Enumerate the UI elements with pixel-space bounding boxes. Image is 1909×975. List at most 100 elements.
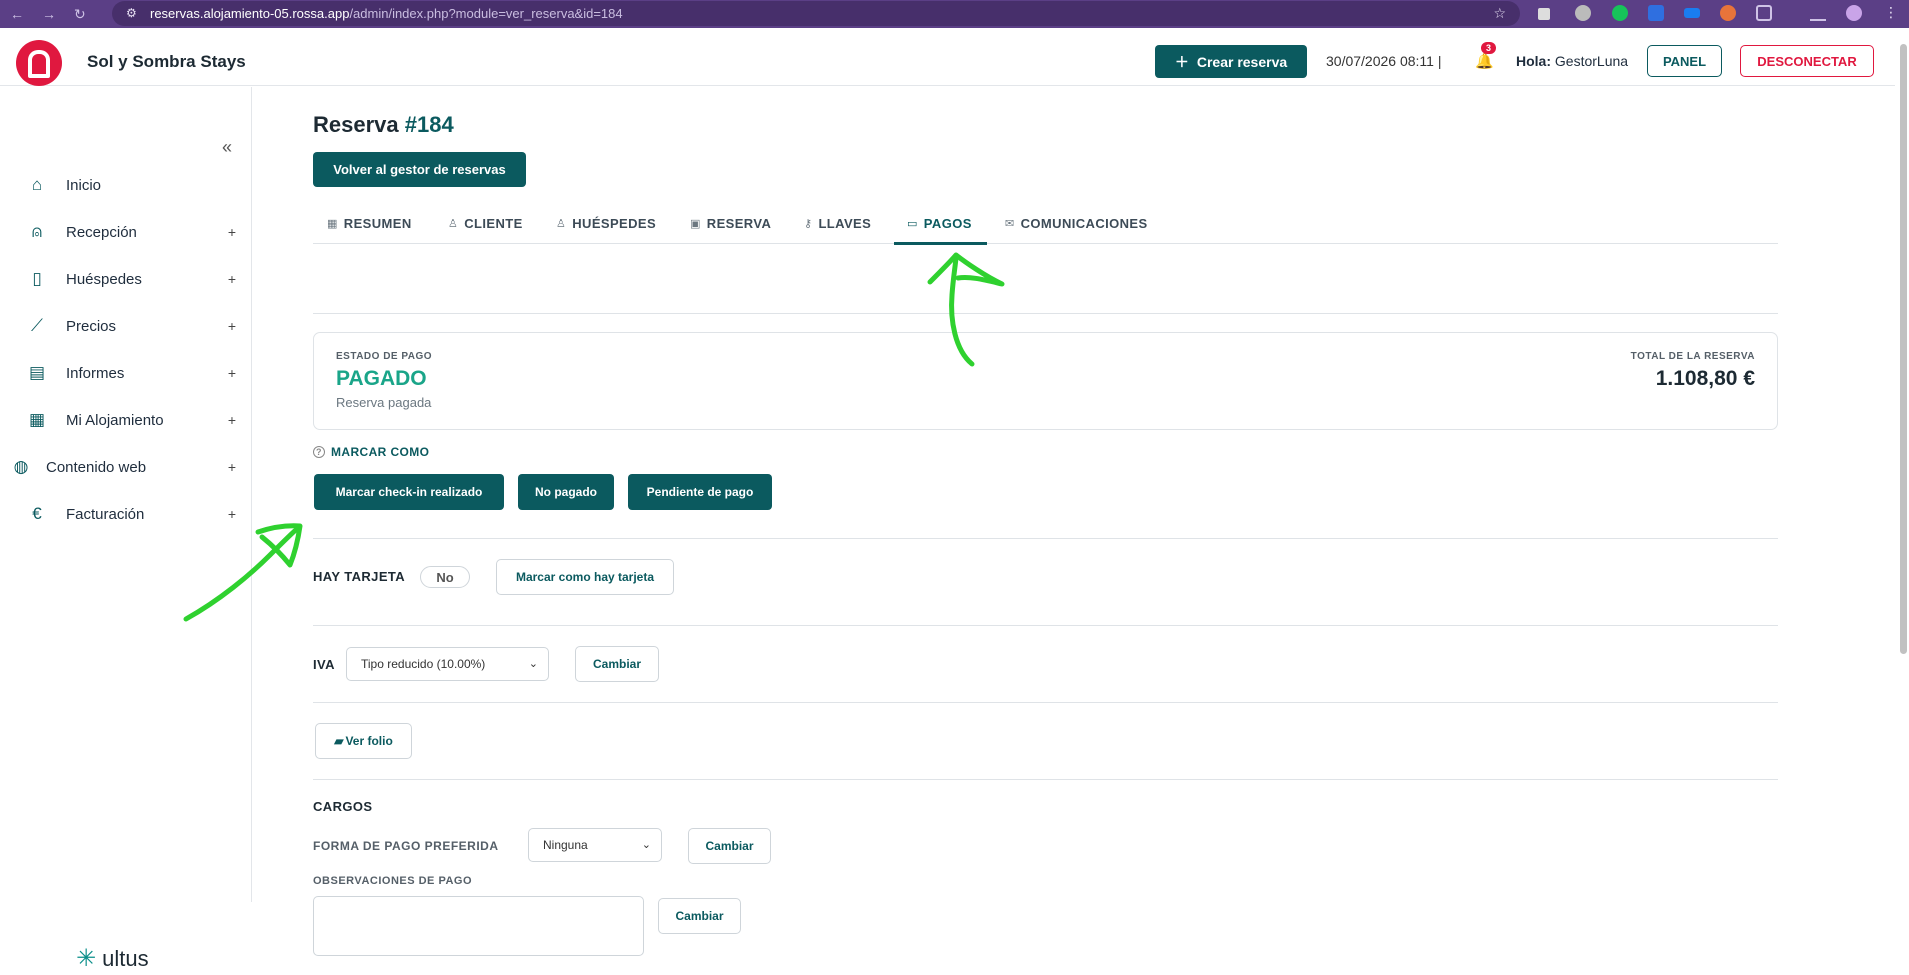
- grid-icon: ▦: [327, 218, 338, 230]
- logout-button[interactable]: DESCONECTAR: [1740, 45, 1874, 77]
- divider: [313, 313, 1778, 314]
- tab-huespedes[interactable]: ♙ HUÉSPEDES: [556, 216, 656, 231]
- mark-unpaid-button[interactable]: No pagado: [518, 474, 614, 510]
- sidebar: «: [0, 87, 252, 902]
- tab-label: RESUMEN: [343, 216, 412, 231]
- preferred-payment-select[interactable]: Ninguna ⌄: [528, 828, 662, 862]
- sidebar-item-mi-alojamiento[interactable]: ▦ Mi Alojamiento +: [0, 405, 250, 435]
- change-payment-method-button[interactable]: Cambiar: [688, 828, 771, 864]
- browser-menu-icon[interactable]: ⋮: [1884, 4, 1898, 21]
- tab-comunicaciones[interactable]: ✉ COMUNICACIONES: [1005, 216, 1148, 231]
- back-to-reservations-button[interactable]: Volver al gestor de reservas: [313, 152, 526, 187]
- page-scrollbar[interactable]: [1900, 44, 1907, 654]
- scroll-icon: ▤: [28, 363, 46, 382]
- change-payment-notes-button[interactable]: Cambiar: [658, 898, 741, 934]
- url-path: /admin/index.php?module=ver_reserva&id=1…: [349, 6, 623, 21]
- divider: [313, 538, 1778, 539]
- panel-button[interactable]: PANEL: [1647, 45, 1722, 77]
- help-icon[interactable]: ?: [313, 446, 325, 458]
- extension-link-icon[interactable]: [1684, 8, 1700, 18]
- sidebar-item-contenido-web[interactable]: ◍ Contenido web +: [0, 452, 250, 482]
- tab-resumen[interactable]: ▦ RESUMEN: [327, 216, 412, 231]
- sidebar-item-recepcion[interactable]: ⍝ Recepción +: [0, 217, 250, 247]
- extensions-puzzle-icon[interactable]: [1756, 5, 1772, 21]
- view-folio-button[interactable]: ▰ Ver folio: [315, 723, 412, 759]
- change-iva-button[interactable]: Cambiar: [575, 646, 659, 682]
- expand-plus-icon[interactable]: +: [228, 412, 236, 428]
- reservation-total-label: TOTAL DE LA RESERVA: [1630, 351, 1755, 362]
- greeting-label: Hola:: [1516, 53, 1551, 69]
- chevron-down-icon: ⌄: [528, 658, 538, 670]
- iva-select[interactable]: Tipo reducido (10.00%) ⌄: [346, 647, 549, 681]
- globe-icon: ◍: [13, 457, 29, 476]
- mark-as-section: ? MARCAR COMO: [313, 445, 429, 459]
- page-title: Reserva #184: [313, 112, 454, 138]
- tab-llaves[interactable]: ⚷ LLAVES: [804, 216, 871, 231]
- payment-status-description: Reserva pagada: [336, 395, 432, 410]
- sidebar-item-label: Facturación: [66, 505, 145, 523]
- reservation-total-value: 1.108,80 €: [1655, 367, 1755, 390]
- expand-plus-icon[interactable]: +: [228, 459, 236, 475]
- sidebar-item-informes[interactable]: ▤ Informes +: [0, 358, 250, 388]
- user-greeting: Hola: GestorLuna: [1516, 53, 1628, 69]
- forward-arrow-icon[interactable]: →: [42, 6, 56, 23]
- tab-pagos[interactable]: ▭ PAGOS: [907, 216, 972, 231]
- reservation-number: #184: [404, 112, 454, 137]
- expand-plus-icon[interactable]: +: [228, 224, 236, 240]
- preferred-payment-selected: Ninguna: [543, 838, 588, 852]
- expand-plus-icon[interactable]: +: [228, 365, 236, 381]
- address-bar[interactable]: ⚙ reservas.alojamiento-05.rossa.app/admi…: [112, 1, 1520, 26]
- tab-reserva[interactable]: ▣ RESERVA: [690, 216, 771, 231]
- collapse-sidebar-icon[interactable]: «: [222, 137, 232, 158]
- url-host: reservas.alojamiento-05.rossa.app: [150, 6, 350, 21]
- reload-icon[interactable]: ↻: [74, 6, 86, 23]
- expand-plus-icon[interactable]: +: [228, 271, 236, 287]
- site-settings-icon[interactable]: ⚙: [126, 6, 137, 20]
- sidebar-item-huespedes[interactable]: ▯ Huéspedes +: [0, 264, 250, 294]
- extension-icon[interactable]: [1575, 5, 1591, 21]
- mark-has-card-button[interactable]: Marcar como hay tarjeta: [496, 559, 674, 595]
- tab-label: PAGOS: [923, 216, 972, 231]
- tab-cliente[interactable]: ♙ CLIENTE: [448, 216, 523, 231]
- home-icon: ⌂: [31, 175, 43, 194]
- sidebar-item-facturacion[interactable]: € Facturación +: [0, 499, 250, 529]
- extension-green-icon[interactable]: [1612, 5, 1628, 21]
- extension-sun-icon[interactable]: [1720, 5, 1736, 21]
- annotation-arrowhead-diagonal: [255, 523, 303, 568]
- create-reservation-button[interactable]: ＋ Crear reserva: [1155, 45, 1307, 78]
- mark-pending-payment-button[interactable]: Pendiente de pago: [628, 474, 772, 510]
- download-icon[interactable]: [1810, 5, 1826, 21]
- plus-icon: ＋: [1174, 53, 1189, 70]
- back-arrow-icon[interactable]: ←: [10, 6, 24, 23]
- tab-label: CLIENTE: [464, 216, 523, 231]
- expand-plus-icon[interactable]: +: [228, 318, 236, 334]
- sidebar-item-label: Mi Alojamiento: [66, 411, 164, 429]
- brand-logo[interactable]: [16, 40, 62, 86]
- tab-label: HUÉSPEDES: [572, 216, 657, 231]
- tab-label: LLAVES: [818, 216, 872, 231]
- euro-icon: €: [32, 504, 42, 523]
- username: GestorLuna: [1554, 53, 1629, 69]
- bookmark-star-icon[interactable]: ☆: [1493, 5, 1506, 22]
- iva-label: IVA: [313, 657, 335, 672]
- eyedropper-extension-icon[interactable]: [1538, 8, 1550, 20]
- brand-name: Sol y Sombra Stays: [87, 52, 246, 71]
- profile-avatar[interactable]: [1846, 5, 1862, 21]
- key-icon: ⚷: [804, 218, 813, 230]
- payment-notes-textarea[interactable]: [313, 896, 644, 956]
- extension-blue-icon[interactable]: [1648, 5, 1664, 21]
- bell-icon[interactable]: 🔔: [1475, 52, 1494, 70]
- users-icon: ♙: [556, 218, 567, 230]
- sidebar-item-inicio[interactable]: ⌂ Inicio: [0, 170, 250, 200]
- expand-plus-icon[interactable]: +: [228, 506, 236, 522]
- browser-nav: ← → ↻: [0, 6, 112, 23]
- view-folio-label: Ver folio: [345, 734, 393, 748]
- mark-checkin-done-button[interactable]: Marcar check-in realizado: [314, 474, 504, 510]
- page-title-prefix: Reserva: [313, 112, 399, 137]
- sidebar-item-precios[interactable]: ⟋ Precios +: [0, 311, 250, 341]
- mail-icon: ✉: [1005, 218, 1015, 230]
- active-tab-indicator: [894, 242, 987, 245]
- chevron-down-icon: ⌄: [641, 839, 651, 851]
- footer-brand: ✳ ultus: [76, 944, 149, 973]
- payment-status-value: PAGADO: [336, 367, 427, 390]
